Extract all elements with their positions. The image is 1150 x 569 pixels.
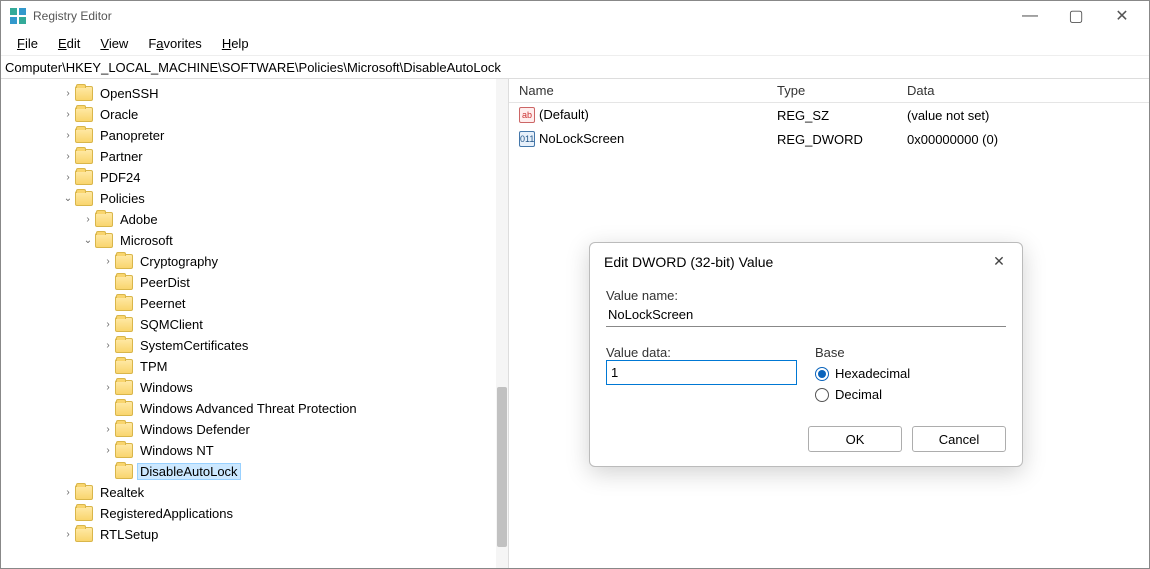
folder-icon [75,485,93,500]
folder-icon [115,443,133,458]
column-headers[interactable]: Name Type Data [509,79,1149,103]
folder-icon [115,401,133,416]
folder-icon [75,191,93,206]
tree-item-peernet[interactable]: ›Peernet [1,293,508,314]
chevron-down-icon[interactable]: ⌄ [61,193,75,204]
dword-value-icon: 011 [519,131,535,147]
value-row-nolockscreen[interactable]: 011NoLockScreen REG_DWORD 0x00000000 (0) [509,127,1149,151]
folder-icon [115,296,133,311]
tree-item-registeredapplications[interactable]: ›RegisteredApplications [1,503,508,524]
folder-icon [95,233,113,248]
edit-dword-dialog: Edit DWORD (32-bit) Value ✕ Value name: … [589,242,1023,467]
string-value-icon: ab [519,107,535,123]
value-row-default[interactable]: ab(Default) REG_SZ (value not set) [509,103,1149,127]
radio-hexadecimal[interactable]: Hexadecimal [815,366,1006,381]
tree-item-oracle[interactable]: ›Oracle [1,104,508,125]
folder-icon [115,464,133,479]
maximize-button[interactable]: ▢ [1053,1,1099,31]
dialog-close-button[interactable]: ✕ [990,253,1008,270]
close-button[interactable]: ✕ [1099,1,1145,31]
tree-item-tpm[interactable]: ›TPM [1,356,508,377]
folder-icon [115,359,133,374]
scroll-thumb[interactable] [497,387,507,547]
menu-view[interactable]: View [90,34,138,53]
minimize-button[interactable]: — [1007,1,1053,31]
tree-item-windows-nt[interactable]: ›Windows NT [1,440,508,461]
tree-item-rtlsetup[interactable]: ›RTLSetup [1,524,508,545]
folder-icon [75,107,93,122]
tree-item-peerdist[interactable]: ›PeerDist [1,272,508,293]
folder-icon [75,149,93,164]
address-bar[interactable]: Computer\HKEY_LOCAL_MACHINE\SOFTWARE\Pol… [1,55,1149,79]
col-data[interactable]: Data [897,83,1149,98]
value-data-input[interactable] [606,360,797,385]
tree-item-microsoft[interactable]: ⌄Microsoft [1,230,508,251]
radio-icon [815,367,829,381]
folder-icon [75,128,93,143]
menu-edit[interactable]: Edit [48,34,90,53]
tree-item-watp[interactable]: ›Windows Advanced Threat Protection [1,398,508,419]
radio-icon [815,388,829,402]
menu-file[interactable]: File [7,34,48,53]
radio-decimal[interactable]: Decimal [815,387,1006,402]
folder-icon [75,527,93,542]
tree-pane[interactable]: ›OpenSSH ›Oracle ›Panopreter ›Partner ›P… [1,79,509,568]
app-icon [9,7,27,25]
tree-item-windows-defender[interactable]: ›Windows Defender [1,419,508,440]
folder-icon [115,422,133,437]
value-data-label: Value data: [606,345,797,360]
ok-button[interactable]: OK [808,426,902,452]
tree-scrollbar[interactable] [496,79,508,568]
folder-icon [115,317,133,332]
window-title: Registry Editor [33,9,1007,23]
address-text: Computer\HKEY_LOCAL_MACHINE\SOFTWARE\Pol… [5,60,501,75]
tree-item-panopreter[interactable]: ›Panopreter [1,125,508,146]
tree-item-pdf24[interactable]: ›PDF24 [1,167,508,188]
tree-item-cryptography[interactable]: ›Cryptography [1,251,508,272]
folder-icon [95,212,113,227]
col-type[interactable]: Type [767,83,897,98]
cancel-button[interactable]: Cancel [912,426,1006,452]
tree-item-realtek[interactable]: ›Realtek [1,482,508,503]
menu-bar: File Edit View Favorites Help [1,31,1149,55]
folder-icon [75,170,93,185]
dialog-title: Edit DWORD (32-bit) Value [604,254,990,270]
folder-icon [75,506,93,521]
tree-item-disableautolock[interactable]: ›DisableAutoLock [1,461,508,482]
col-name[interactable]: Name [509,83,767,98]
folder-icon [115,338,133,353]
tree-item-policies[interactable]: ⌄Policies [1,188,508,209]
tree-item-systemcertificates[interactable]: ›SystemCertificates [1,335,508,356]
tree-item-windows[interactable]: ›Windows [1,377,508,398]
folder-icon [75,86,93,101]
tree-item-openssh[interactable]: ›OpenSSH [1,83,508,104]
folder-icon [115,380,133,395]
folder-icon [115,275,133,290]
value-name-field[interactable] [606,303,1006,327]
menu-help[interactable]: Help [212,34,259,53]
tree-item-sqmclient[interactable]: ›SQMClient [1,314,508,335]
menu-favorites[interactable]: Favorites [138,34,211,53]
value-name-label: Value name: [606,288,1006,303]
tree-item-partner[interactable]: ›Partner [1,146,508,167]
chevron-down-icon[interactable]: ⌄ [81,235,95,246]
values-pane: Name Type Data ab(Default) REG_SZ (value… [509,79,1149,568]
tree-item-adobe[interactable]: ›Adobe [1,209,508,230]
base-label: Base [815,345,1006,360]
title-bar: Registry Editor — ▢ ✕ [1,1,1149,31]
folder-icon [115,254,133,269]
